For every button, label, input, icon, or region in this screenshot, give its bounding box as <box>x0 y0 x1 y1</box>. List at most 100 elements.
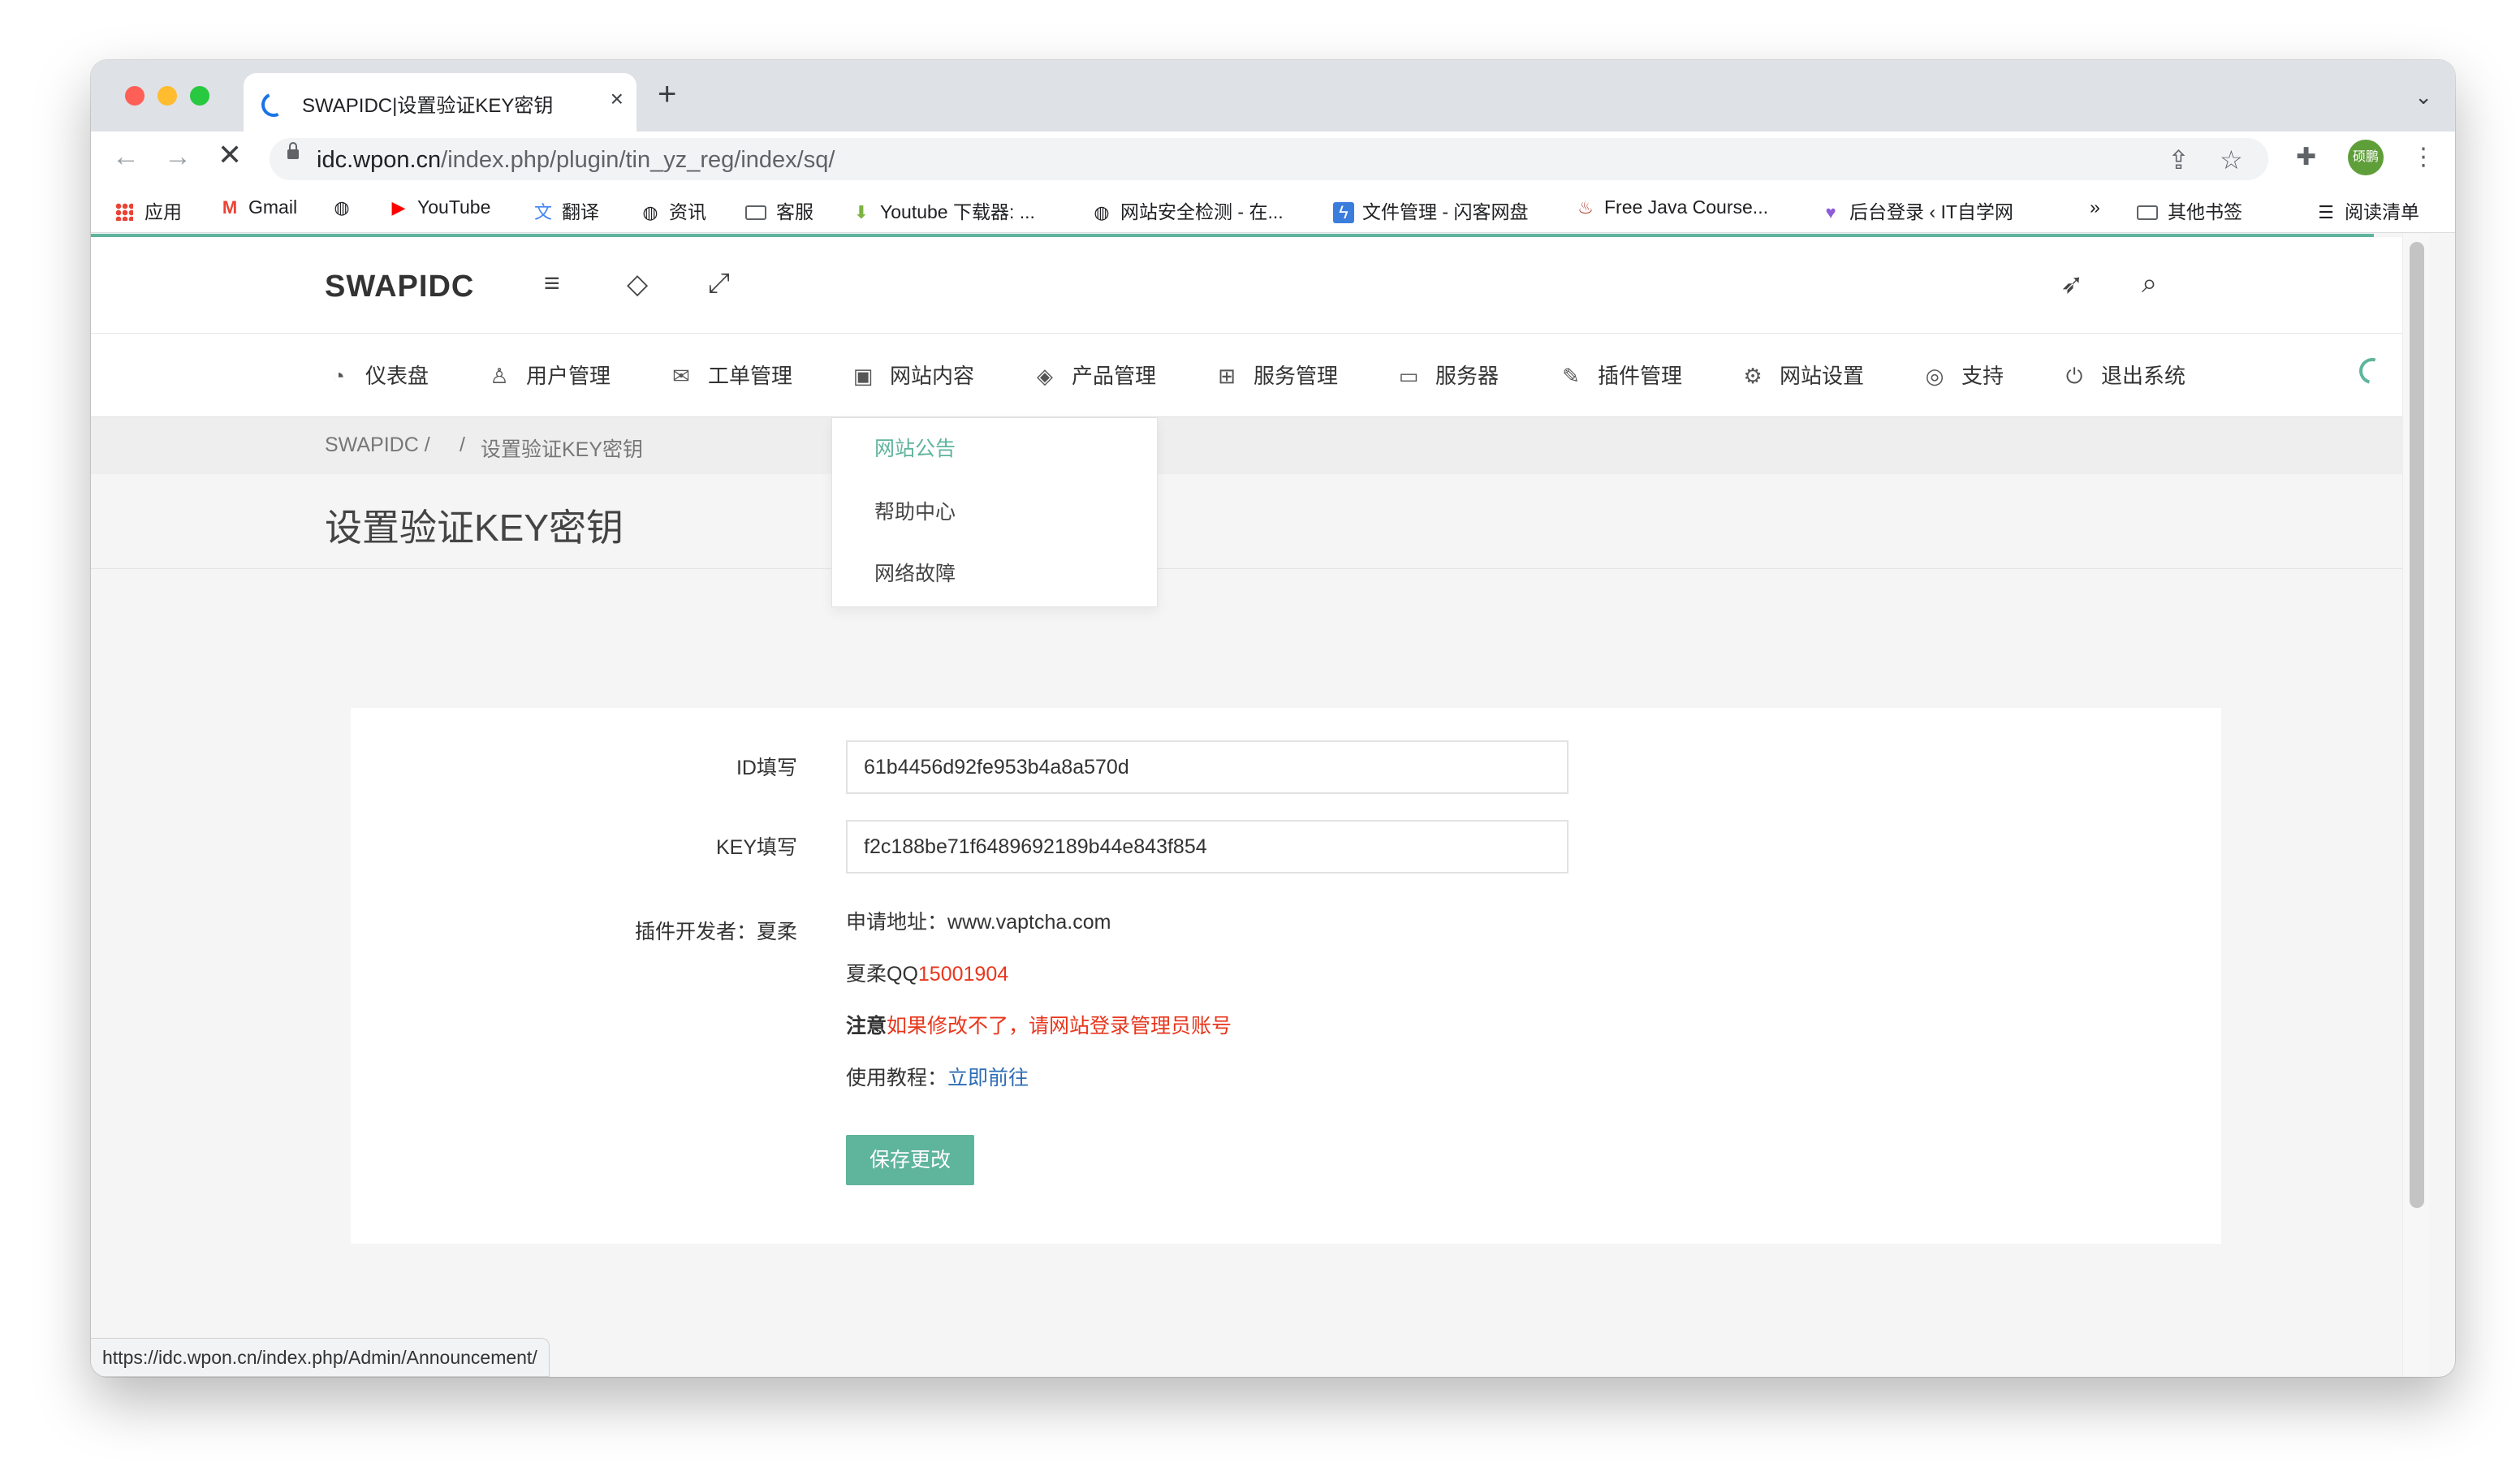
site-logo[interactable]: SWAPIDC <box>325 270 474 304</box>
bookmarks-overflow[interactable]: » <box>2090 196 2100 218</box>
page-title-bar: 设置验证KEY密钥 <box>91 474 2429 569</box>
grid-icon: ⊞ <box>1218 364 1236 388</box>
dropdown-item-help-center[interactable]: 帮助中心 <box>874 496 956 525</box>
apply-address: 申请地址：www.vaptcha.com <box>846 911 1111 934</box>
site-header: SWAPIDC ≡ ◇ ⤢ ➶ ⌕ <box>91 237 2429 334</box>
apps-grid-icon <box>115 203 133 221</box>
page-title: 设置验证KEY密钥 <box>325 507 624 549</box>
translate-icon: 文 <box>533 202 552 222</box>
breadcrumb: SWAPIDC / / 设置验证KEY密钥 <box>91 417 2429 474</box>
layers-icon: ◈ <box>1037 364 1053 388</box>
key-field-label: KEY填写 <box>715 836 797 859</box>
save-button[interactable]: 保存更改 <box>846 1135 974 1185</box>
gear-icon: ⚙ <box>1743 364 1763 388</box>
url-domain: idc.wpon.cn <box>317 147 442 173</box>
hamburger-menu-icon[interactable]: ≡ <box>544 268 560 300</box>
bookmark-java-course[interactable]: ♨ Free Java Course... <box>1575 196 1768 218</box>
menu-logout[interactable]: ⏻ 退出系统 <box>2060 360 2186 390</box>
back-arrow-icon[interactable]: ← <box>112 143 140 170</box>
fullscreen-icon[interactable]: ⤢ <box>708 268 730 300</box>
menu-support[interactable]: ◎ 支持 <box>1921 360 2004 390</box>
bookmark-star-icon[interactable]: ☆ <box>2220 145 2243 175</box>
url-path: /index.php/plugin/tin_yz_reg/index/sq/ <box>441 147 835 173</box>
tab-search-chevron-icon[interactable]: ⌄ <box>2414 84 2432 110</box>
settings-form-card: ID填写 KEY填写 插件开发者：夏柔 申请地址：www.vaptcha.com… <box>351 708 2221 1244</box>
bookmark-translate[interactable]: 文翻译 <box>533 196 599 224</box>
briefcase-icon: ▣ <box>852 364 874 388</box>
site-content-dropdown: 网站公告 帮助中心 网络故障 <box>831 417 1158 607</box>
reading-list[interactable]: ☰ 阅读清单 <box>2315 196 2419 224</box>
menu-tickets[interactable]: ✉ 工单管理 <box>667 360 792 390</box>
menu-servers[interactable]: ▭ 服务器 <box>1395 360 1499 390</box>
tutorial-link[interactable]: 立即前往 <box>947 1067 1029 1089</box>
web-page: SWAPIDC ≡ ◇ ⤢ ➶ ⌕ ◔ 仪表盘 ♙ 用户管理 ✉ 工单管理 ▣ 网站内容… <box>91 234 2429 1377</box>
menu-users[interactable]: ♙ 用户管理 <box>485 360 611 390</box>
inbox-icon: ▭ <box>1398 364 1419 388</box>
share-icon[interactable]: ⇪ <box>2168 145 2190 175</box>
bookmark-support-folder[interactable]: 客服 <box>745 196 813 224</box>
new-tab-button[interactable]: + <box>658 78 676 110</box>
user-icon: ♙ <box>490 364 509 388</box>
dropdown-item-network-faults[interactable]: 网络故障 <box>874 558 956 587</box>
key-input[interactable] <box>846 820 1569 874</box>
breadcrumb-current: 设置验证KEY密钥 <box>481 438 644 461</box>
mail-open-icon: ✉ <box>672 364 690 388</box>
tab-title: SWAPIDC|设置验证KEY密钥 <box>302 95 554 117</box>
menu-products[interactable]: ◈ 产品管理 <box>1031 360 1156 390</box>
tab-strip: SWAPIDC|设置验证KEY密钥 × + ⌄ <box>91 60 2455 132</box>
bookmark-other-folder[interactable]: 其他书签 <box>2137 196 2242 224</box>
menu-plugins[interactable]: ✎ 插件管理 <box>1557 360 1682 390</box>
loading-spinner-icon <box>257 88 290 121</box>
browser-menu-icon[interactable]: ⋮ <box>2411 143 2436 171</box>
maximize-window-button[interactable] <box>190 86 209 106</box>
youtube-icon: ▶ <box>391 197 406 218</box>
developer-label: 插件开发者：夏柔 <box>634 921 797 943</box>
bookmark-youtube-downloader[interactable]: ⬇ Youtube 下载器: ... <box>851 196 1035 224</box>
tab-close-icon[interactable]: × <box>611 86 624 112</box>
bookmark-youtube[interactable]: ▶ YouTube <box>388 196 491 218</box>
minimize-window-button[interactable] <box>158 86 177 106</box>
page-scrollbar[interactable] <box>2402 234 2429 1377</box>
puzzle-icon: ✎ <box>1562 364 1580 388</box>
bookmark-news[interactable]: ◍ 资讯 <box>640 196 706 224</box>
scrollbar-thumb[interactable] <box>2410 242 2424 1208</box>
profile-avatar[interactable]: 硕鹏 <box>2348 140 2384 175</box>
lifebuoy-icon: ◎ <box>1925 364 1944 388</box>
id-field-label: ID填写 <box>736 757 797 779</box>
dashboard-icon: ◔ <box>332 364 345 388</box>
forward-arrow-icon[interactable]: → <box>164 143 192 170</box>
bookmark-globe[interactable]: ◍ <box>331 196 360 218</box>
browser-window: SWAPIDC|设置验证KEY密钥 × + ⌄ ← → ✕ idc.wpon.c… <box>91 60 2455 1377</box>
browser-tab[interactable]: SWAPIDC|设置验证KEY密钥 × <box>244 73 636 132</box>
bookmark-admin-login[interactable]: ♥ 后台登录 ‹ IT自学网 <box>1820 196 2013 224</box>
menu-site-content[interactable]: ▣ 网站内容 <box>849 360 974 390</box>
bookmark-gmail[interactable]: M Gmail <box>219 196 297 218</box>
menu-settings[interactable]: ⚙ 网站设置 <box>1739 360 1864 390</box>
id-input[interactable] <box>846 740 1569 794</box>
rocket-icon[interactable]: ➶ <box>2060 268 2084 300</box>
java-icon: ♨ <box>1577 197 1594 218</box>
search-icon[interactable]: ⌕ <box>2142 268 2157 300</box>
diamond-icon[interactable]: ◇ <box>627 268 648 300</box>
bolt-icon: ϟ <box>1333 202 1354 223</box>
extensions-puzzle-icon[interactable]: ✚ <box>2296 143 2316 171</box>
download-icon: ⬇ <box>853 202 869 222</box>
bookmark-security-check[interactable]: ◍ 网站安全检测 - 在... <box>1091 196 1283 224</box>
status-bar-url: https://idc.wpon.cn/index.php/Admin/Anno… <box>91 1338 550 1377</box>
notice-text: 注意如果修改不了，请网站登录管理员账号 <box>846 1015 1232 1038</box>
qq-number: 15001904 <box>917 963 1009 986</box>
address-bar[interactable]: idc.wpon.cn/index.php/plugin/tin_yz_reg/… <box>270 138 2268 180</box>
power-icon: ⏻ <box>2065 364 2083 388</box>
menu-services[interactable]: ⊞ 服务管理 <box>1213 360 1338 390</box>
breadcrumb-home[interactable]: SWAPIDC / <box>325 434 430 457</box>
close-window-button[interactable] <box>125 86 145 106</box>
bookmark-apps[interactable]: 应用 <box>115 196 182 224</box>
globe-icon: ◍ <box>334 197 350 218</box>
bookmark-file-manager[interactable]: ϟ 文件管理 - 闪客网盘 <box>1333 196 1528 224</box>
heart-icon: ♥ <box>1825 202 1836 222</box>
menu-dashboard[interactable]: ◔ 仪表盘 <box>325 360 429 390</box>
dropdown-item-announcements[interactable]: 网站公告 <box>874 433 956 462</box>
tutorial-line: 使用教程：立即前往 <box>846 1067 1029 1089</box>
url-text[interactable]: idc.wpon.cn/index.php/plugin/tin_yz_reg/… <box>317 147 835 174</box>
stop-loading-icon[interactable]: ✕ <box>218 140 242 170</box>
